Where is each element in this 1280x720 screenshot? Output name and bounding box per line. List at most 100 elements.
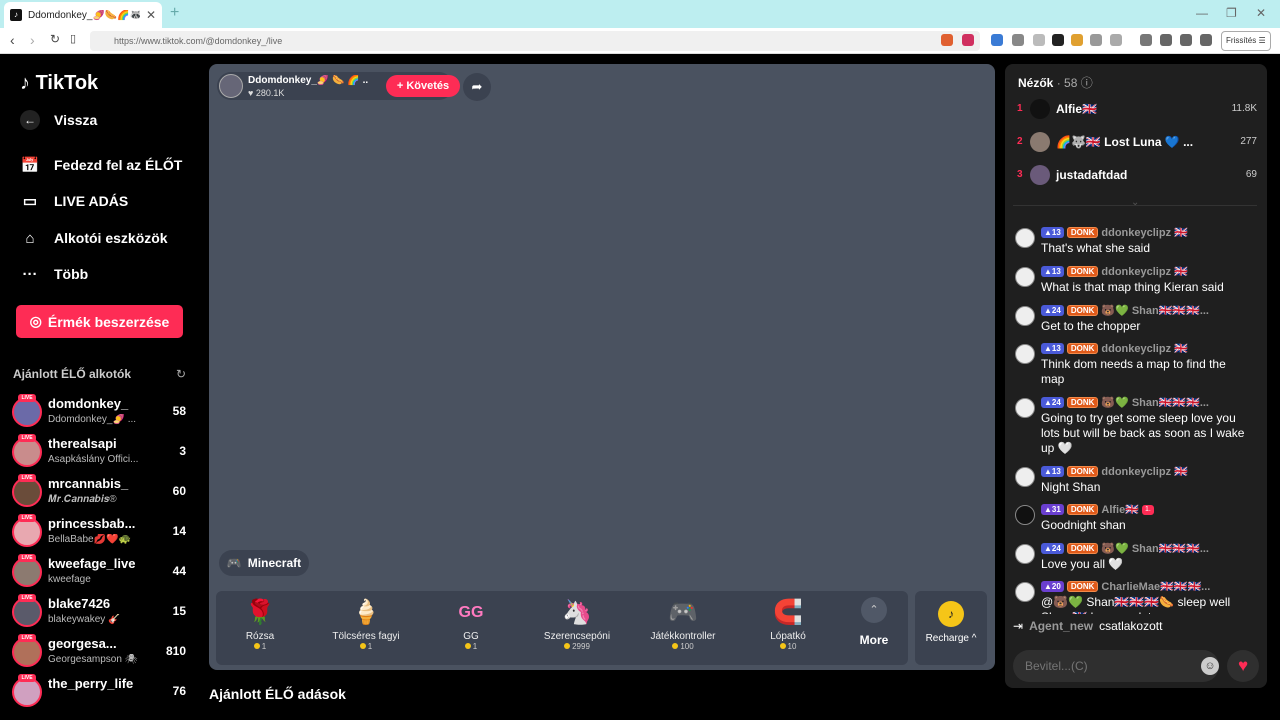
forward-arrow-icon[interactable]: › bbox=[30, 32, 35, 48]
recommended-creator[interactable]: LIVE domdonkey_ Ddomdonkey_🍠 ... 58 bbox=[12, 394, 192, 433]
chat-username[interactable]: 🐻💚 Shan🇬🇧🇬🇧🇬🇧... bbox=[1101, 396, 1209, 409]
tiktok-logo[interactable]: ♪ TikTok bbox=[20, 72, 98, 95]
nav-more[interactable]: ··· Több bbox=[20, 264, 89, 284]
divider bbox=[1013, 205, 1257, 206]
more-dots-icon: ··· bbox=[22, 265, 38, 283]
nav-go-live[interactable]: ▭ LIVE ADÁS bbox=[20, 191, 128, 211]
avatar[interactable] bbox=[1015, 267, 1035, 287]
gift-item[interactable]: 🎮 Játékkontroller 100 bbox=[633, 597, 733, 651]
host-avatar[interactable] bbox=[219, 74, 243, 98]
gift-item[interactable]: GG GG 1 bbox=[421, 597, 521, 651]
avatar[interactable] bbox=[1015, 467, 1035, 487]
avatar[interactable] bbox=[1015, 505, 1035, 525]
vpn-icon[interactable] bbox=[1200, 34, 1212, 46]
more-label: More bbox=[859, 633, 889, 647]
bookmark-icon[interactable]: ▯ bbox=[70, 32, 76, 45]
top-viewer-row[interactable]: 2 🌈🐺🇬🇧 Lost Luna 💙 ... 277 bbox=[1017, 131, 1257, 157]
avatar[interactable] bbox=[1015, 306, 1035, 326]
nav-creator-tools[interactable]: ⌂ Alkotói eszközök bbox=[20, 228, 167, 248]
host-likes-value: 280.1K bbox=[255, 88, 285, 98]
level-badge: ▲24 bbox=[1041, 397, 1064, 408]
avatar[interactable] bbox=[1015, 582, 1035, 602]
creator-name: kweefage_live bbox=[48, 556, 136, 571]
brave-shield-icon[interactable] bbox=[941, 34, 953, 46]
extension-icon[interactable] bbox=[1012, 34, 1024, 46]
avatar[interactable] bbox=[1030, 99, 1050, 119]
wallet-icon[interactable] bbox=[1160, 34, 1172, 46]
info-icon[interactable]: ⓘ bbox=[1081, 76, 1093, 90]
gift-icon: 🦄 bbox=[562, 599, 592, 626]
follow-button[interactable]: + Követés bbox=[386, 75, 460, 97]
gift-item[interactable]: 🌹 Rózsa 1 bbox=[210, 597, 310, 651]
extension-icon[interactable] bbox=[1033, 34, 1045, 46]
chat-username[interactable]: ddonkeyclipz 🇬🇧 bbox=[1101, 342, 1187, 355]
leo-ai-icon[interactable] bbox=[1180, 34, 1192, 46]
chevron-down-icon[interactable]: ⌄ bbox=[1131, 197, 1139, 208]
rewards-icon[interactable] bbox=[962, 34, 974, 46]
avatar[interactable] bbox=[1030, 132, 1050, 152]
avatar[interactable] bbox=[1015, 228, 1035, 248]
chat-username[interactable]: 🐻💚 Shan🇬🇧🇬🇧🇬🇧... bbox=[1101, 304, 1209, 317]
chat-username[interactable]: Alfie🇬🇧 bbox=[1101, 503, 1139, 516]
gift-name: Rózsa bbox=[245, 631, 275, 642]
minimize-icon[interactable]: — bbox=[1196, 6, 1208, 20]
translate-icon[interactable] bbox=[991, 34, 1003, 46]
extension-icon[interactable] bbox=[1052, 34, 1064, 46]
chat-message[interactable]: ▲20 DONK CharlieMae🇬🇧🇬🇧🇬🇧... @🐻💚 Shan🇬🇧🇬🇧🇬🇧… bbox=[1013, 580, 1253, 614]
avatar[interactable] bbox=[1015, 398, 1035, 418]
puzzle-icon[interactable] bbox=[1090, 34, 1102, 46]
creator-nickname: Ddomdonkey_🍠 ... bbox=[48, 414, 137, 425]
recommended-creator[interactable]: LIVE princessbab... BellaBabe💋❤️🐢 14 bbox=[12, 514, 192, 553]
screenshot-icon[interactable] bbox=[1110, 34, 1122, 46]
recommended-creator[interactable]: LIVE kweefage_live kweefage 44 bbox=[12, 554, 192, 593]
extension-icon[interactable] bbox=[1071, 34, 1083, 46]
gift-name: Lópatkó bbox=[770, 631, 806, 642]
recommended-creator[interactable]: LIVE the_perry_life 76 bbox=[12, 674, 192, 713]
recommended-creator[interactable]: LIVE georgesa... Georgesampson 🕷 810 bbox=[12, 634, 192, 673]
browser-tab[interactable]: ♪ Ddomdonkey_🍠🌭🌈🦝🐱🐻 ✕ bbox=[4, 2, 162, 28]
viewers-header[interactable]: Nézők · 58 ⓘ bbox=[1018, 74, 1093, 91]
chat-username[interactable]: 🐻💚 Shan🇬🇧🇬🇧🇬🇧... bbox=[1101, 542, 1209, 555]
gift-item[interactable]: 🦄 Szerencsepóni 2999 bbox=[527, 597, 627, 651]
new-tab-button[interactable]: + bbox=[170, 4, 179, 22]
gift-item[interactable]: 🍦 Tölcséres fagyi 1 bbox=[316, 597, 416, 651]
back-arrow-icon[interactable]: ‹ bbox=[10, 32, 15, 48]
chat-username[interactable]: ddonkeyclipz 🇬🇧 bbox=[1101, 265, 1187, 278]
chat-input-box[interactable]: ☺ bbox=[1013, 650, 1219, 682]
heart-like-button[interactable]: ♥ bbox=[1227, 650, 1259, 682]
avatar[interactable] bbox=[1030, 165, 1050, 185]
top-viewer-row[interactable]: 3 justadaftdad 69 bbox=[1017, 164, 1257, 190]
chat-username[interactable]: ddonkeyclipz 🇬🇧 bbox=[1101, 226, 1187, 239]
chat-panel: Nézők · 58 ⓘ 1 Alfie🇬🇧 11.8K 2 🌈🐺🇬🇧 Lost Lun… bbox=[1005, 64, 1267, 688]
recharge-button[interactable]: ♪ Recharge ^ bbox=[915, 591, 987, 665]
url-field[interactable]: https://www.tiktok.com/@domdonkey_/live bbox=[90, 31, 980, 51]
game-tag[interactable]: 🎮 Minecraft bbox=[219, 550, 309, 576]
close-tab-icon[interactable]: ✕ bbox=[146, 8, 156, 22]
avatar[interactable] bbox=[1015, 544, 1035, 564]
recharge-label: Recharge ^ bbox=[925, 633, 977, 644]
chat-username[interactable]: ddonkeyclipz 🇬🇧 bbox=[1101, 465, 1187, 478]
get-coins-button[interactable]: ◎ Érmék beszerzése bbox=[16, 305, 183, 338]
avatar[interactable] bbox=[1015, 344, 1035, 364]
recommended-creator[interactable]: LIVE mrcannabis_ 𝑴𝒓.𝑪𝒂𝒏𝒏𝒂𝒃𝒊𝒔® 60 bbox=[12, 474, 192, 513]
refresh-icon[interactable]: ↻ bbox=[176, 367, 186, 381]
recommended-creator[interactable]: LIVE therealsapi Asapkáslány Offici... 3 bbox=[12, 434, 192, 473]
gift-item[interactable]: 🧲 Lópatkó 10 bbox=[738, 597, 838, 651]
reload-icon[interactable]: ↻ bbox=[50, 32, 60, 46]
update-button[interactable]: Frissítés ☰ bbox=[1221, 31, 1271, 51]
back-button[interactable]: ← Vissza bbox=[20, 110, 97, 130]
maximize-icon[interactable]: ❐ bbox=[1226, 6, 1237, 20]
gift-price: 1 bbox=[316, 642, 416, 651]
share-icon[interactable]: ➦ bbox=[463, 73, 491, 101]
more-gifts-button[interactable]: ⌃ More bbox=[854, 597, 894, 647]
emoji-icon[interactable]: ☺ bbox=[1201, 657, 1219, 675]
recommended-creator[interactable]: LIVE blake7426 blakeywakey 🎸 15 bbox=[12, 594, 192, 633]
chat-username[interactable]: CharlieMae🇬🇧🇬🇧🇬🇧... bbox=[1101, 580, 1210, 593]
sidebar-icon[interactable] bbox=[1140, 34, 1152, 46]
close-window-icon[interactable]: ✕ bbox=[1256, 6, 1266, 20]
live-video-player[interactable]: Ddomdonkey_🍠 🌭 🌈 ... ♥ 280.1K + Követés … bbox=[209, 64, 995, 670]
chat-input[interactable] bbox=[1013, 650, 1183, 682]
host-info[interactable]: Ddomdonkey_🍠 🌭 🌈 ... ♥ 280.1K + Követés bbox=[217, 72, 460, 100]
nav-explore-live[interactable]: 📅 Fedezd fel az ÉLŐT bbox=[20, 155, 183, 175]
top-viewer-row[interactable]: 1 Alfie🇬🇧 11.8K bbox=[1017, 98, 1257, 124]
